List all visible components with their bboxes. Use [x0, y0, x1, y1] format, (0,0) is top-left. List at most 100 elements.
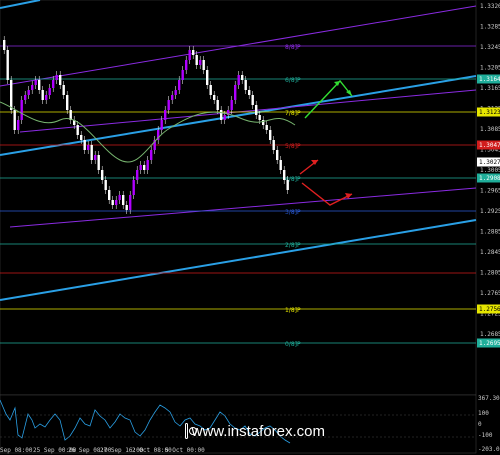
candle-body — [181, 70, 184, 80]
instaforex-logo-icon — [185, 423, 196, 439]
candle-body — [188, 50, 191, 60]
price-tag: 1.3164 — [477, 74, 500, 84]
candle-body — [115, 200, 118, 205]
level-label-2of8: 2/8]P — [285, 242, 301, 249]
candle-body — [185, 60, 188, 70]
price-tag: 1.2756 — [477, 304, 500, 314]
price-chart[interactable]: 8/8]P 6/8]P 7/8]P 5/8]P 4/8]P 3/8]P 2/8]… — [0, 0, 500, 455]
candle-body — [132, 180, 135, 195]
candle-body — [108, 190, 111, 200]
candle-body — [244, 80, 247, 90]
candle-body — [59, 75, 62, 85]
candle-body — [251, 95, 254, 105]
level-label-8of8: 8/8]P — [285, 44, 301, 51]
watermark: www.instaforex.com — [185, 420, 325, 442]
candle-body — [104, 180, 107, 190]
svg-text:1.3123: 1.3123 — [479, 109, 500, 116]
time-tick-label: Sep 08:00 — [0, 447, 33, 454]
price-tick-label: 1.2885 — [480, 229, 500, 236]
candle-body — [55, 75, 58, 80]
price-tick-label: 1.3285 — [480, 24, 500, 31]
level-label-5of8: 5/8]P — [285, 143, 301, 150]
svg-text:1.3047: 1.3047 — [479, 142, 500, 149]
candle-body — [150, 150, 153, 160]
candle-body — [192, 50, 195, 55]
time-axis: Sep 08:00 25 Sep 00:0026 Sep 08:0027 Sep … — [0, 447, 205, 454]
candle-body — [101, 170, 104, 180]
price-tag: 1.3123 — [477, 107, 500, 117]
candle-body — [97, 155, 100, 170]
candle-body — [27, 90, 30, 95]
candle-body — [206, 70, 209, 85]
level-label-1of8: 1/8]P — [285, 307, 301, 314]
price-tick-label: 1.3085 — [480, 126, 500, 133]
candle-body — [129, 195, 132, 210]
candle-body — [111, 200, 114, 205]
candle-body — [286, 180, 289, 190]
price-tag: 1.3047 — [477, 140, 500, 150]
candle-body — [171, 95, 174, 100]
svg-text:1.2756: 1.2756 — [479, 306, 500, 313]
candle-body — [38, 80, 41, 90]
svg-text:1.2695: 1.2695 — [479, 340, 500, 347]
candle-body — [248, 90, 251, 95]
candle-body — [125, 205, 128, 210]
price-tag: 1.2908 — [477, 173, 500, 183]
candle-body — [45, 95, 48, 100]
price-tag: 1.3027 — [477, 157, 500, 167]
level-label-0of8: 0/8]P — [285, 341, 301, 348]
candle-body — [258, 115, 261, 120]
candle-body — [52, 80, 55, 88]
candle-body — [34, 80, 37, 85]
candle-body — [122, 195, 125, 205]
candle-body — [160, 120, 163, 130]
candle-body — [24, 95, 27, 100]
candle-body — [13, 110, 16, 130]
candle-body — [279, 160, 282, 170]
watermark-text: www.instaforex.com — [191, 422, 325, 440]
candle-body — [209, 85, 212, 95]
candle-body — [199, 60, 202, 65]
candle-body — [237, 75, 240, 85]
candle-body — [94, 155, 97, 160]
cci-tick-label: 367.304 — [478, 395, 500, 402]
candle-body — [139, 165, 142, 170]
candle-body — [213, 95, 216, 100]
candle-body — [17, 120, 20, 130]
candle-body — [48, 88, 51, 95]
candle-body — [272, 140, 275, 150]
price-tick-label: 1.3205 — [480, 65, 500, 72]
svg-text:1.2908: 1.2908 — [479, 175, 500, 182]
candle-body — [220, 110, 223, 120]
level-label-3of8: 3/8]P — [285, 209, 301, 216]
price-tick-label: 1.2685 — [480, 331, 500, 338]
time-tick-label: 5 Oct 00:00 — [165, 447, 205, 454]
candle-body — [31, 85, 34, 90]
cci-axis: 367.304 100 0 -100 -203.050 — [478, 395, 500, 453]
candle-body — [262, 120, 265, 125]
candle-body — [223, 115, 226, 120]
price-tick-label: 1.3245 — [480, 44, 500, 51]
candle-body — [276, 150, 279, 160]
candle-body — [146, 160, 149, 170]
candle-body — [283, 170, 286, 180]
level-label-6of8: 6/8]P — [285, 77, 301, 84]
candle-body — [234, 85, 237, 100]
cci-tick-label: 100 — [478, 410, 489, 417]
price-tick-label: 1.2925 — [480, 208, 500, 215]
price-tick-label: 1.3320 — [480, 3, 500, 10]
candle-body — [118, 195, 121, 200]
price-tick-label: 1.2805 — [480, 270, 500, 277]
candle-body — [80, 135, 83, 140]
price-axis: 1.33201.32851.32451.32051.31651.31251.30… — [480, 3, 500, 338]
candle-body — [66, 95, 69, 110]
level-label-7of8: 7/8]P — [285, 110, 301, 117]
svg-text:1.3164: 1.3164 — [479, 76, 500, 83]
candle-body — [20, 100, 23, 120]
price-tick-label: 1.2765 — [480, 290, 500, 297]
candle-body — [136, 170, 139, 180]
candle-body — [255, 105, 258, 115]
price-tick-label: 1.2845 — [480, 249, 500, 256]
price-tick-label: 1.3165 — [480, 85, 500, 92]
candle-body — [83, 140, 86, 150]
